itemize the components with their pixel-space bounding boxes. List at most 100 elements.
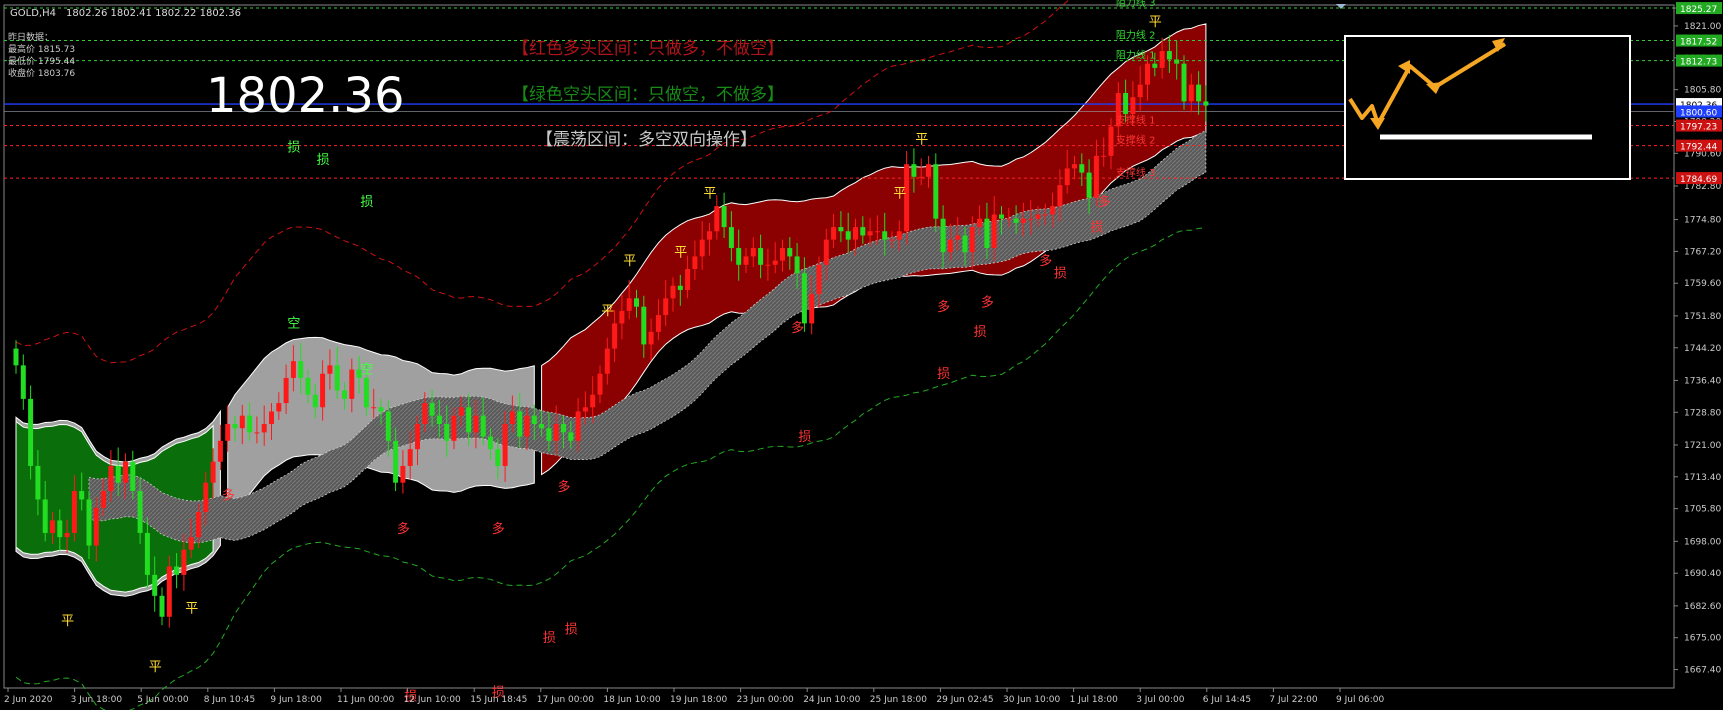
candle-body [1028, 218, 1034, 220]
candle-body [42, 499, 48, 533]
candle-body [831, 227, 837, 240]
price-tick-label: 1690.40 [1684, 569, 1721, 579]
time-tick-label: 3 Jun 18:00 [71, 695, 123, 705]
level-name-label: 支撑线 1 [1116, 114, 1156, 127]
candle-body [400, 465, 406, 483]
time-tick-label: 1 Jul 18:00 [1070, 695, 1119, 705]
candle-body [612, 323, 618, 349]
candle-body [415, 424, 420, 450]
info-line: 收盘价 1803.76 [8, 67, 75, 79]
candle-body [20, 365, 26, 399]
candle-body [232, 424, 238, 429]
candle-body [1130, 97, 1136, 114]
signal-marker: 平 [893, 187, 906, 202]
signal-marker: 损 [317, 153, 330, 168]
signal-marker: 损 [974, 325, 987, 340]
candle-body [298, 361, 304, 378]
candle-body [35, 465, 41, 500]
price-tag-value: 1792.44 [1680, 143, 1717, 153]
candle-body [780, 248, 785, 261]
candle-body [677, 285, 683, 290]
candle-body [619, 310, 625, 324]
price-tick-label: 1698.00 [1684, 537, 1721, 547]
price-tick-label: 1821.00 [1684, 22, 1721, 32]
candle-body [853, 227, 858, 240]
candle-body [874, 231, 880, 233]
price-tick-label: 1667.40 [1684, 666, 1721, 676]
candle-body [210, 461, 216, 483]
candle-body [575, 411, 581, 441]
signal-marker: 多 [1039, 253, 1052, 269]
time-tick-label: 11 Jun 00:00 [337, 695, 394, 705]
candle-body [174, 566, 180, 575]
signal-marker: 损 [360, 195, 373, 210]
candle-body [444, 424, 450, 441]
candle-body [1093, 155, 1099, 198]
candle-body [393, 440, 399, 483]
candle-body [867, 231, 873, 236]
forecast-box [1344, 35, 1631, 180]
candle-body [1159, 51, 1165, 68]
candle-body [721, 206, 727, 228]
candle-body [911, 164, 917, 177]
price-chart[interactable]: 平平平多空空多 多多平平平平多平平多 多多多平损损损损 损损损损损损损损 阻力线 3阻… [0, 0, 1723, 710]
signal-marker: 平 [623, 254, 636, 269]
candle-body [123, 461, 128, 483]
candle-body [801, 273, 807, 324]
level-name-label: 阻力线 3 [1116, 0, 1156, 9]
candle-body [1174, 59, 1180, 64]
signal-marker: 损 [798, 430, 811, 445]
candle-body [334, 365, 340, 391]
candle-body [159, 595, 165, 617]
signal-marker: 空 [360, 363, 373, 378]
price-tick-label: 1751.80 [1684, 312, 1721, 322]
candle-body [342, 390, 347, 399]
price-tag-value: 1800.60 [1680, 108, 1717, 118]
candle-body [1013, 218, 1019, 223]
candle-body [1006, 218, 1012, 220]
candle-body [290, 361, 296, 378]
candle-body [71, 491, 77, 533]
signal-marker: 平 [915, 132, 928, 147]
candle-body [984, 218, 990, 249]
info-line: 最高价 1815.73 [8, 43, 75, 55]
candle-body [480, 415, 486, 437]
signal-marker: 多 [937, 299, 950, 315]
candle-body [896, 231, 902, 240]
price-tick-label: 1705.80 [1684, 505, 1721, 515]
signal-marker: 损 [937, 367, 950, 382]
candle-body [962, 235, 968, 253]
candle-body [385, 411, 391, 441]
header-symbol: GOLD,H4 [10, 8, 56, 19]
candle-body [349, 369, 355, 399]
candle-body [261, 424, 267, 433]
time-tick-label: 8 Jun 10:45 [204, 695, 255, 705]
candle-body [86, 499, 92, 546]
time-tick-label: 23 Jun 00:00 [737, 695, 794, 705]
price-tick-label: 1713.40 [1684, 473, 1721, 483]
candle-body [451, 415, 457, 441]
candle-body [1152, 63, 1158, 68]
price-tag-value: 1797.23 [1680, 123, 1717, 133]
candle-body [1042, 214, 1048, 216]
signal-marker: 多 [397, 521, 410, 537]
candle-body [845, 231, 851, 240]
candle-body [225, 424, 231, 441]
signal-marker: 空 [287, 317, 300, 332]
signal-marker: 多 [558, 479, 571, 495]
candle-body [320, 373, 326, 408]
candle-body [604, 348, 610, 374]
candle-body [50, 520, 55, 533]
time-tick-label: 3 Jul 00:00 [1136, 695, 1185, 705]
signal-marker: 平 [674, 245, 687, 260]
candle-body [181, 549, 187, 575]
time-tick-label: 18 Jun 10:00 [603, 695, 660, 705]
candle-body [217, 440, 223, 462]
level-name-label: 支撑线 3 [1116, 166, 1156, 179]
candle-body [641, 306, 647, 345]
price-tick-label: 1682.60 [1684, 602, 1721, 612]
candle-body [429, 403, 435, 416]
candle-body [269, 411, 274, 425]
time-tick-label: 9 Jul 06:00 [1336, 695, 1385, 705]
candle-body [524, 415, 530, 437]
